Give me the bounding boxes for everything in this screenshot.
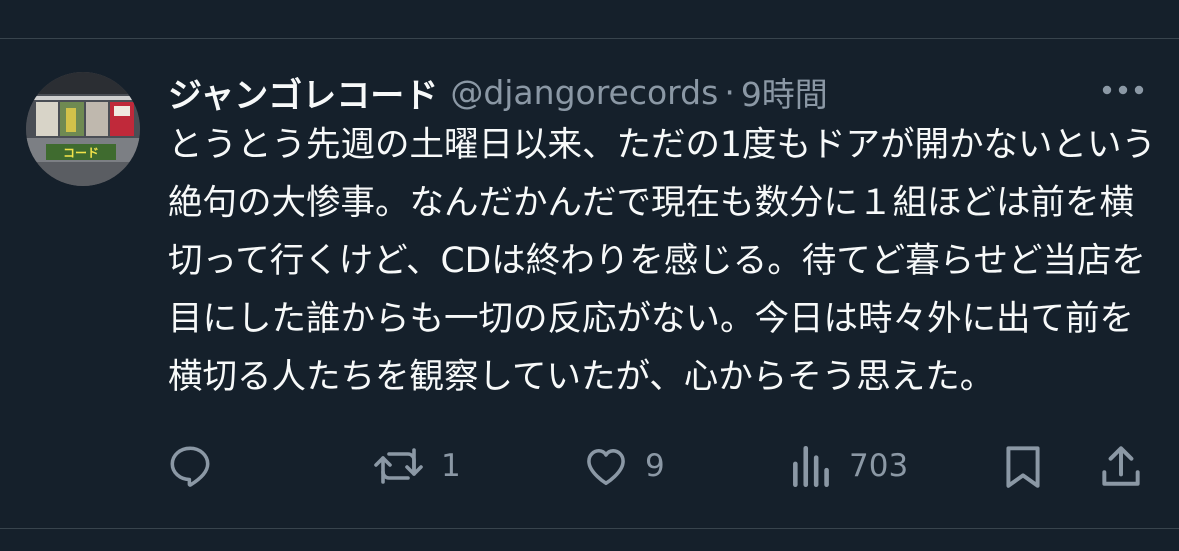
views-count: 703 bbox=[849, 448, 909, 484]
retweet-icon bbox=[374, 448, 423, 484]
avatar-image: コード bbox=[26, 72, 140, 186]
bottom-divider bbox=[0, 528, 1179, 529]
more-button[interactable] bbox=[1097, 72, 1149, 108]
action-bar: 1 9 703 bbox=[0, 440, 1179, 492]
reply-button[interactable] bbox=[165, 440, 229, 492]
heart-icon bbox=[587, 449, 625, 486]
display-name[interactable]: ジャンゴレコード bbox=[168, 68, 438, 117]
bookmark-icon bbox=[1006, 446, 1040, 488]
more-icon bbox=[1102, 85, 1144, 95]
share-icon bbox=[1102, 446, 1140, 486]
retweet-button[interactable]: 1 bbox=[371, 440, 461, 492]
separator-dot: · bbox=[724, 72, 735, 112]
views-icon bbox=[793, 446, 829, 488]
bookmark-button[interactable] bbox=[1000, 440, 1046, 492]
avatar-sign-text: コード bbox=[63, 146, 99, 160]
avatar[interactable]: コード bbox=[26, 72, 140, 186]
user-handle[interactable]: @djangorecords bbox=[450, 73, 718, 112]
retweet-count: 1 bbox=[441, 448, 461, 484]
top-divider bbox=[0, 38, 1179, 39]
like-count: 9 bbox=[645, 448, 665, 484]
tweet-header: ジャンゴレコード @djangorecords · 9時間 bbox=[168, 68, 828, 117]
share-button[interactable] bbox=[1098, 440, 1144, 492]
tweet-text: とうとう先週の土曜日以来、ただの1度もドアが開かないという絶句の大惨事。なんだか… bbox=[168, 125, 1156, 397]
reply-icon bbox=[170, 446, 210, 487]
like-button[interactable]: 9 bbox=[581, 440, 665, 492]
timestamp[interactable]: 9時間 bbox=[741, 68, 828, 116]
views-button[interactable]: 703 bbox=[789, 440, 908, 492]
